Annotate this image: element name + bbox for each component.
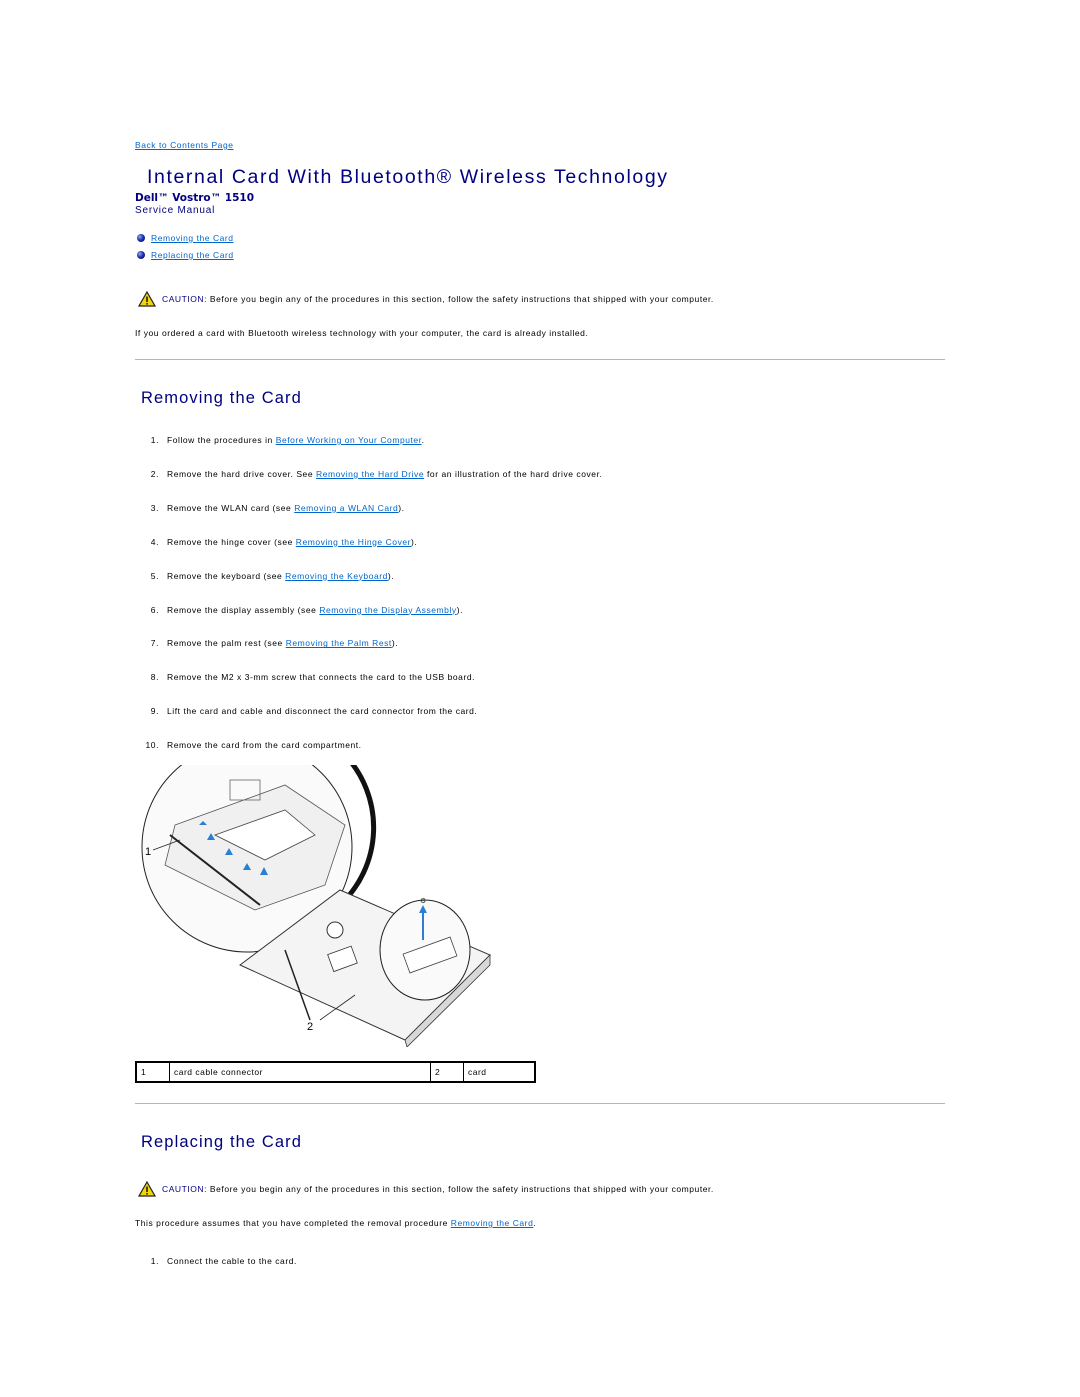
caution-notice: CAUTION: Before you begin any of the pro… [138,1181,714,1197]
removal-step: 7. Remove the palm rest (see Removing the… [140,638,398,648]
step-number: 5. [150,570,159,581]
warning-icon [138,291,156,307]
step-link[interactable]: Removing the Display Assembly [319,605,456,615]
section-title-replacing: Replacing the Card [141,1133,303,1151]
removal-step: 1. Follow the procedures in Before Workin… [140,435,425,445]
step-text-post: ). [456,604,463,615]
step-text-pre: Lift the card and cable and disconnect t… [167,706,478,717]
intro-paragraph: If you ordered a card with Bluetooth wir… [135,328,589,338]
manual-subtitle: Service Manual [135,205,216,216]
replacing-intro: This procedure assumes that you have com… [135,1218,536,1228]
step-text-pre: Follow the procedures in [167,435,276,445]
step-text-pre: Remove the keyboard (see [167,570,286,581]
legend-num: 1 [135,1061,170,1083]
step-link[interactable]: Removing the Keyboard [285,571,388,581]
step-text-pre: Remove the card from the card compartmen… [167,740,362,751]
step-text: Remove the WLAN card (see Removing a WLA… [167,503,405,513]
step-text-pre: Remove the M2 x 3-mm screw that connects… [167,672,476,683]
legend-table: 1 card cable connector 2 card [135,1061,536,1083]
removal-step: 8. Remove the M2 x 3-mm screw that connec… [140,672,475,682]
step-text: Lift the card and cable and disconnect t… [167,706,477,716]
svg-text:⚙: ⚙ [420,897,426,905]
bullet-icon [137,251,145,259]
removal-step: 10. Remove the card from the card compart… [140,740,362,750]
callout-number-1: 1 [145,846,151,858]
step-number: 1. [150,1256,159,1266]
caution-label: CAUTION: [162,1184,208,1194]
step-text: Remove the hinge cover (see Removing the… [167,537,417,547]
step-text-pre: Remove the display assembly (see [167,604,320,615]
legend-label: card cable connector [169,1061,431,1083]
removal-illustration: ⚙ 1 2 [141,765,491,1047]
step-number: 4. [150,536,159,547]
step-text: Follow the procedures in Before Working … [167,435,425,445]
legend-label: card [463,1061,536,1083]
step-text-post: ). [387,570,395,581]
toc-link-replacing[interactable]: Replacing the Card [151,250,234,260]
step-number: 7. [150,638,159,649]
caution-text: Before you begin any of the procedures i… [207,1184,714,1194]
step-text: Remove the M2 x 3-mm screw that connects… [167,672,475,682]
step-number: 3. [150,502,159,513]
removing-card-link[interactable]: Removing the Card [451,1218,534,1228]
toc-link-removing[interactable]: Removing the Card [151,233,234,243]
step-text-post: ). [398,502,405,513]
replacing-intro-end: . [533,1218,537,1228]
step-text-pre: Remove the WLAN card (see [167,502,295,513]
step-link[interactable]: Removing the Hard Drive [316,469,424,479]
step-number: 2. [150,468,159,479]
removal-step: 6. Remove the display assembly (see Remov… [140,605,463,615]
usb-board-callout: ⚙ [379,897,471,1001]
bullet-icon [137,234,145,242]
step-text: Remove the hard drive cover. See Removin… [167,469,602,479]
step-text: Remove the display assembly (see Removin… [167,605,463,615]
step-link[interactable]: Before Working on Your Computer [276,435,422,445]
removal-step: 3. Remove the WLAN card (see Removing a W… [140,503,405,513]
replacing-step: 1. Connect the cable to the card. [140,1256,297,1266]
step-text-post: ). [391,638,399,649]
step-text-post: . [421,435,425,445]
toc-item-replacing: Replacing the Card [137,250,234,260]
step-number: 9. [150,706,159,717]
step-number: 8. [150,672,159,683]
section-divider [135,1103,945,1104]
removal-step: 5. Remove the keyboard (see Removing the … [140,571,394,581]
callout-number-2: 2 [307,1021,313,1033]
warning-icon [138,1181,156,1197]
step-text-pre: Remove the palm rest (see [167,638,286,649]
caution-text: Before you begin any of the procedures i… [207,294,714,304]
step-link[interactable]: Removing the Palm Rest [286,638,392,648]
step-link[interactable]: Removing the Hinge Cover [296,537,411,547]
back-to-contents-link[interactable]: Back to Contents Page [135,140,234,150]
step-text: Remove the palm rest (see Removing the P… [167,638,398,648]
step-number: 10. [145,740,159,751]
step-text: Remove the keyboard (see Removing the Ke… [167,571,394,581]
step-text: Remove the card from the card compartmen… [167,740,362,750]
section-title-removing: Removing the Card [141,389,302,407]
caution-label: CAUTION: [162,294,208,304]
step-text-post: ). [411,536,418,547]
step-number: 6. [150,604,159,615]
page-title: Internal Card With Bluetooth® Wireless T… [147,166,669,188]
legend-row: 1 card cable connector 2 card [135,1061,536,1083]
step-text: Connect the cable to the card. [167,1256,297,1266]
replacing-intro-text: This procedure assumes that you have com… [135,1218,451,1228]
step-text-post: for an illustration of the hard drive co… [424,468,603,479]
step-text-pre: Remove the hinge cover (see [167,536,296,547]
section-divider [135,359,945,360]
removal-step: 2. Remove the hard drive cover. See Remov… [140,469,602,479]
removal-step: 4. Remove the hinge cover (see Removing t… [140,537,417,547]
legend-num: 2 [430,1061,464,1083]
removal-step: 9. Lift the card and cable and disconnect… [140,706,477,716]
step-link[interactable]: Removing a WLAN Card [294,503,398,513]
toc-item-removing: Removing the Card [137,233,234,243]
product-name: Dell™ Vostro™ 1510 [135,192,254,204]
step-number: 1. [150,435,159,445]
caution-notice: CAUTION: Before you begin any of the pro… [138,291,714,307]
step-text-pre: Remove the hard drive cover. See [167,468,317,479]
